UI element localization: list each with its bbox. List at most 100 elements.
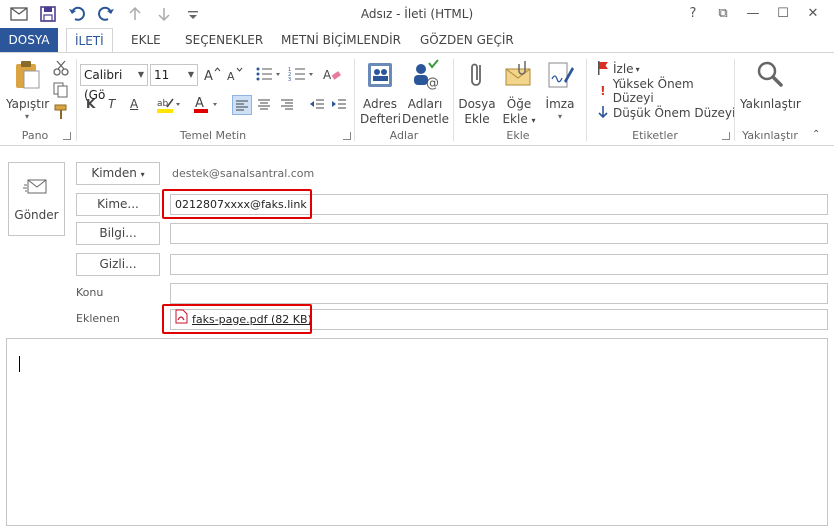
ribbon-tabs: DOSYA İLETİ EKLE SEÇENEKLER METNİ BİÇİML… (0, 28, 834, 53)
svg-text:A: A (204, 69, 213, 83)
cut-icon[interactable] (52, 59, 70, 79)
send-envelope-icon (9, 177, 64, 202)
address-book-icon (360, 59, 400, 95)
group-label-names: Adlar (389, 129, 419, 142)
align-right-icon[interactable] (278, 95, 298, 115)
tab-file[interactable]: DOSYA (0, 28, 58, 52)
group-separator (453, 59, 454, 141)
follow-up-button[interactable]: İzle ▾ (596, 59, 656, 79)
chevron-down-icon: ▾ (531, 116, 536, 125)
group-label-zoom: Yakınlaştır (742, 129, 798, 142)
highlight-color-icon[interactable]: ab (155, 95, 185, 115)
svg-text:A: A (323, 68, 332, 82)
group-label-tags: Etiketler (632, 129, 678, 142)
align-left-icon[interactable] (232, 95, 252, 115)
check-names-button[interactable]: @ Adları Denetle (402, 59, 449, 127)
chevron-down-icon: ▼ (187, 70, 194, 79)
clipboard-icon (6, 59, 48, 95)
magnifier-icon (740, 59, 800, 95)
to-button[interactable]: Kime... (76, 193, 160, 216)
attached-label: Eklenen (76, 312, 120, 325)
exclamation-icon: ! (600, 84, 606, 98)
paste-button[interactable]: Yapıştır ▾ (6, 59, 49, 122)
message-body-editor[interactable] (6, 338, 828, 526)
window-controls: ? ⧉ — ☐ ✕ (678, 3, 828, 25)
paperclip-icon (458, 59, 496, 95)
italic-button[interactable]: T (108, 97, 122, 117)
flag-icon (596, 60, 610, 79)
minimize-button[interactable]: — (738, 3, 768, 25)
down-arrow-icon (596, 105, 610, 122)
attach-item-button[interactable]: Öğe Ekle ▾ (500, 59, 538, 128)
send-button[interactable]: Gönder (8, 162, 65, 236)
tab-format-text[interactable]: METNİ BİÇİMLENDİR (281, 28, 401, 52)
basic-text-dialog-launcher[interactable] (343, 132, 351, 140)
address-book-button[interactable]: Adres Defteri (360, 59, 401, 127)
bullets-icon[interactable] (255, 65, 285, 85)
align-center-icon[interactable] (255, 95, 275, 115)
font-size-combo[interactable]: 11 ▼ (150, 64, 198, 86)
signature-button[interactable]: İmza ▾ (542, 59, 578, 122)
group-label-clipboard: Pano (21, 129, 49, 142)
tab-insert[interactable]: EKLE (131, 28, 161, 52)
grow-font-icon[interactable]: A (203, 65, 221, 85)
help-button[interactable]: ? (678, 3, 708, 25)
from-address: destek@sanalsantral.com (172, 167, 315, 180)
decrease-indent-icon[interactable] (308, 95, 328, 115)
svg-text:A: A (227, 70, 235, 83)
high-importance-button[interactable]: ! Yüksek Önem Düzeyi (596, 77, 736, 105)
bcc-button[interactable]: Gizli... (76, 253, 160, 276)
attach-file-button[interactable]: Dosya Ekle (458, 59, 496, 127)
signature-icon (542, 59, 578, 95)
svg-text:@: @ (426, 76, 439, 91)
copy-icon[interactable] (52, 81, 70, 101)
ribbon: Yapıştır ▾ Pano Calibri (Gö ▼ 11 ▼ A A 1… (0, 52, 834, 146)
group-separator (734, 59, 735, 141)
group-separator (586, 59, 587, 141)
text-caret (19, 356, 20, 372)
cc-field[interactable] (170, 223, 828, 244)
tab-options[interactable]: SEÇENEKLER (185, 28, 263, 52)
from-button[interactable]: Kimden ▾ (76, 162, 160, 185)
bcc-field[interactable] (170, 254, 828, 275)
low-importance-button[interactable]: Düşük Önem Düzeyi (596, 103, 736, 123)
maximize-button[interactable]: ☐ (768, 3, 798, 25)
highlight-box-attachment (162, 304, 312, 334)
clipboard-dialog-launcher[interactable] (63, 132, 71, 140)
tab-review[interactable]: GÖZDEN GEÇİR (420, 28, 514, 52)
svg-text:ab: ab (157, 99, 169, 109)
font-name-combo[interactable]: Calibri (Gö ▼ (80, 64, 148, 102)
format-painter-icon[interactable] (52, 103, 70, 123)
signature-dropdown-arrow[interactable]: ▾ (542, 112, 578, 122)
title-bar: Adsız - İleti (HTML) ? ⧉ — ☐ ✕ (0, 0, 834, 28)
subject-label: Konu (76, 286, 104, 299)
chevron-down-icon: ▾ (635, 64, 640, 74)
subject-field[interactable] (170, 283, 828, 304)
numbering-icon[interactable]: 123 (288, 65, 318, 85)
group-label-include: Ekle (506, 129, 530, 142)
chevron-down-icon: ▾ (140, 170, 145, 179)
ribbon-display-button[interactable]: ⧉ (708, 3, 738, 25)
svg-text:3: 3 (288, 77, 291, 83)
increase-indent-icon[interactable] (330, 95, 350, 115)
envelope-attach-icon (500, 59, 538, 95)
check-names-icon: @ (402, 59, 448, 95)
group-label-basic-text: Temel Metin (179, 129, 247, 142)
paste-dropdown-arrow[interactable]: ▾ (6, 112, 48, 122)
group-separator (354, 59, 355, 141)
bold-button[interactable]: K (86, 97, 100, 117)
highlight-box-to (162, 189, 312, 219)
svg-text:A: A (195, 96, 204, 111)
chevron-down-icon: ▼ (137, 70, 144, 79)
underline-button[interactable]: A (130, 97, 144, 117)
shrink-font-icon[interactable]: A (226, 65, 244, 85)
tab-message[interactable]: İLETİ (66, 28, 113, 53)
clear-formatting-icon[interactable]: A (322, 65, 342, 85)
tags-dialog-launcher[interactable] (722, 132, 730, 140)
close-button[interactable]: ✕ (798, 3, 828, 25)
font-color-icon[interactable]: A (192, 95, 222, 115)
zoom-button[interactable]: Yakınlaştır (740, 59, 801, 112)
group-separator (76, 59, 77, 141)
cc-button[interactable]: Bilgi... (76, 222, 160, 245)
collapse-ribbon-icon[interactable]: ⌃ (812, 129, 826, 149)
